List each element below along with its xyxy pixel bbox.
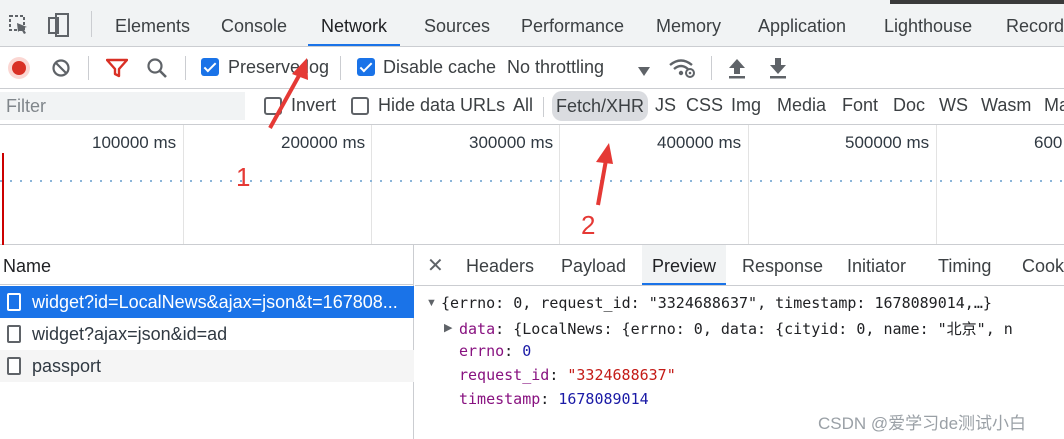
inspect-element-icon[interactable] <box>8 14 30 36</box>
request-row[interactable]: widget?ajax=json&id=ad <box>0 318 414 350</box>
tab-payload[interactable]: Payload <box>561 245 626 285</box>
timeline-gridline <box>748 125 749 244</box>
disable-cache-label: Disable cache <box>383 57 497 77</box>
timeline-gridline <box>183 125 184 244</box>
timeline-tick-label: 200000 ms <box>281 133 366 152</box>
devtools-tab-bar: Elements Console Network Sources Perform… <box>0 0 1064 47</box>
filter-divider <box>543 97 544 117</box>
file-icon <box>7 357 21 375</box>
import-har-icon[interactable] <box>727 57 747 79</box>
record-icon[interactable] <box>8 57 30 79</box>
filter-type-fetch-xhr[interactable]: Fetch/XHR <box>552 91 649 121</box>
filter-type-wasm[interactable]: Wasm <box>981 95 1031 116</box>
request-name: widget?ajax=json&id=ad <box>32 324 228 344</box>
clear-icon[interactable] <box>52 59 70 77</box>
toolbar-divider <box>88 56 89 80</box>
annotation-label-1: 1 <box>236 162 251 192</box>
tab-network[interactable]: Network <box>308 0 401 46</box>
filter-input[interactable] <box>0 92 245 120</box>
invert-checkbox[interactable] <box>264 97 282 115</box>
errno-property: errno: 0 <box>459 342 532 360</box>
filter-type-media[interactable]: Media <box>777 95 826 116</box>
hide-data-urls-label: Hide data URLs <box>378 95 506 115</box>
network-conditions-icon[interactable] <box>668 56 696 80</box>
filter-type-all[interactable]: All <box>513 95 533 116</box>
filter-type-js[interactable]: JS <box>655 95 676 116</box>
watermark: CSDN @爱学习de测试小白 <box>818 414 1027 433</box>
chevron-down-icon[interactable] <box>637 61 651 76</box>
tab-timing[interactable]: Timing <box>938 245 991 285</box>
throttling-select[interactable]: No throttling <box>507 57 604 78</box>
file-icon <box>7 293 21 311</box>
tab-headers[interactable]: Headers <box>466 245 534 285</box>
timeline-tick-label: 600 <box>1034 133 1063 152</box>
close-icon[interactable]: ✕ <box>427 253 444 278</box>
data-property[interactable]: data: {LocalNews: {errno: 0, data: {city… <box>459 318 1013 339</box>
collapse-triangle-icon[interactable]: ▼ <box>426 297 437 309</box>
filter-type-css[interactable]: CSS <box>686 95 723 116</box>
file-icon <box>7 325 21 343</box>
timeline-gridline <box>936 125 937 244</box>
response-summary: {errno: 0, request_id: "3324688637", tim… <box>441 294 992 312</box>
filter-type-ws[interactable]: WS <box>939 95 968 116</box>
expand-triangle-icon[interactable]: ▶ <box>444 321 452 334</box>
tab-memory[interactable]: Memory <box>656 0 721 46</box>
tab-performance[interactable]: Performance <box>521 0 624 46</box>
window-edge <box>890 0 1064 4</box>
tab-initiator[interactable]: Initiator <box>847 245 906 285</box>
toolbar-divider <box>711 56 712 80</box>
tab-console[interactable]: Console <box>221 0 287 46</box>
tab-recorder[interactable]: Record <box>1006 0 1064 46</box>
timeline-tick-label: 300000 ms <box>469 133 554 152</box>
request-id-property: request_id: "3324688637" <box>459 366 676 384</box>
load-event-marker <box>2 153 4 245</box>
hide-data-urls-checkbox[interactable] <box>351 97 369 115</box>
search-icon[interactable] <box>146 57 168 79</box>
toolbar-divider <box>91 11 92 37</box>
device-toolbar-icon[interactable] <box>46 12 72 38</box>
tab-response[interactable]: Response <box>742 245 823 285</box>
request-name: passport <box>32 356 102 376</box>
tab-lighthouse[interactable]: Lighthouse <box>884 0 972 46</box>
timeline-gridline <box>559 125 560 244</box>
tab-cookies[interactable]: Cook <box>1022 245 1064 285</box>
timeline-tick-label: 500000 ms <box>845 133 930 152</box>
timestamp-property: timestamp: 1678089014 <box>459 390 649 408</box>
invert-label: Invert <box>291 95 337 115</box>
request-activity-line <box>0 180 1064 182</box>
preserve-log-label: Preserve log <box>228 57 330 77</box>
disable-cache-checkbox[interactable] <box>357 58 375 76</box>
filter-type-doc[interactable]: Doc <box>893 95 925 116</box>
request-row[interactable]: passport <box>0 350 414 382</box>
tab-sources[interactable]: Sources <box>424 0 490 46</box>
request-name: widget?id=LocalNews&ajax=json&t=167808..… <box>32 292 398 312</box>
timeline-gridline <box>371 125 372 244</box>
tab-preview[interactable]: Preview <box>642 245 727 285</box>
name-column-header[interactable]: Name <box>0 245 414 285</box>
filter-bar: Invert Hide data URLs All Fetch/XHR JS C… <box>0 89 1064 125</box>
filter-type-img[interactable]: Img <box>731 95 761 116</box>
request-row[interactable]: widget?id=LocalNews&ajax=json&t=167808..… <box>0 286 414 318</box>
export-har-icon[interactable] <box>768 57 788 79</box>
preserve-log-checkbox[interactable] <box>201 58 219 76</box>
tab-application[interactable]: Application <box>758 0 846 46</box>
toolbar-divider <box>340 56 341 80</box>
filter-type-manifest[interactable]: Ma <box>1044 95 1064 116</box>
timeline-tick-label: 400000 ms <box>657 133 742 152</box>
filter-type-font[interactable]: Font <box>842 95 878 116</box>
tab-elements[interactable]: Elements <box>115 0 190 46</box>
filter-funnel-icon[interactable] <box>105 58 129 78</box>
toolbar-divider <box>185 56 186 80</box>
details-tab-bar: ✕ Headers Payload Preview Response Initi… <box>415 245 1064 286</box>
timeline-tick-label: 100000 ms <box>92 133 177 152</box>
annotation-label-2: 2 <box>581 210 596 240</box>
network-toolbar: Preserve log Disable cache No throttling <box>0 47 1064 89</box>
request-list: Name widget?id=LocalNews&ajax=json&t=167… <box>0 245 414 439</box>
timeline-overview[interactable]: 100000 ms 200000 ms 300000 ms 400000 ms … <box>0 125 1064 245</box>
